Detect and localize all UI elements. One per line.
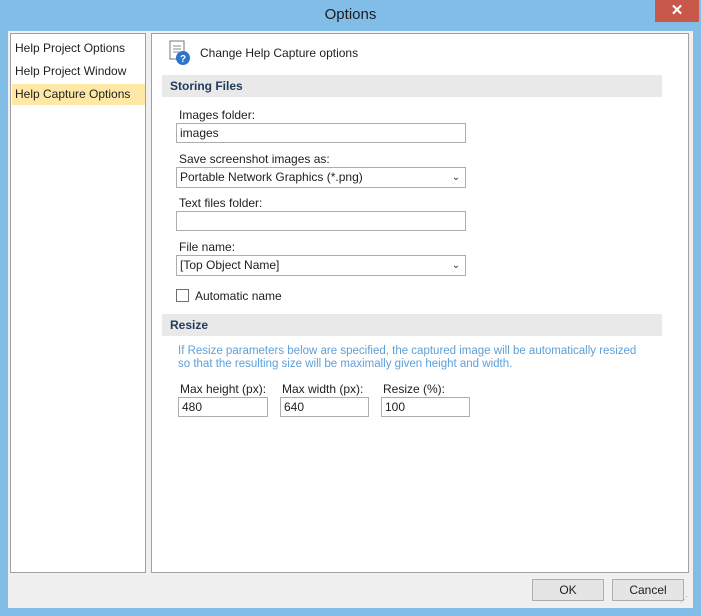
- dialog-body: Help Project Options Help Project Window…: [8, 31, 693, 608]
- nav-item-help-project-options[interactable]: Help Project Options: [12, 38, 145, 59]
- window-title: Options: [324, 6, 377, 23]
- file-name-value: [Top Object Name]: [180, 258, 280, 272]
- resize-note-line-1: If Resize parameters below are specified…: [178, 345, 637, 357]
- resize-note-line-2: so that the resulting size will be maxim…: [178, 358, 513, 370]
- options-window: Options ✕ Help Project Options Help Proj…: [0, 0, 701, 616]
- automatic-name-label: Automatic name: [195, 289, 282, 303]
- chevron-down-icon: ⌄: [451, 172, 461, 183]
- text-folder-label: Text files folder:: [179, 196, 263, 210]
- resize-percent-input[interactable]: 100: [381, 397, 470, 417]
- file-name-select[interactable]: [Top Object Name] ⌄: [176, 255, 466, 276]
- images-folder-input[interactable]: images: [176, 123, 466, 143]
- save-as-value: Portable Network Graphics (*.png): [180, 170, 363, 184]
- help-document-icon: ?: [169, 40, 190, 65]
- nav-item-help-capture-options[interactable]: Help Capture Options: [12, 84, 145, 105]
- max-height-input[interactable]: 480: [178, 397, 268, 417]
- file-name-label: File name:: [179, 240, 236, 254]
- save-as-select[interactable]: Portable Network Graphics (*.png) ⌄: [176, 167, 466, 188]
- cancel-button[interactable]: Cancel: [612, 579, 684, 601]
- section-resize: Resize: [162, 314, 662, 336]
- title-bar[interactable]: Options ✕: [0, 0, 701, 31]
- max-height-label: Max height (px):: [180, 382, 267, 396]
- resize-grip-icon[interactable]: ⋰: [680, 595, 690, 605]
- chevron-down-icon: ⌄: [451, 260, 461, 271]
- resize-note: If Resize parameters below are specified…: [178, 345, 638, 371]
- text-folder-input[interactable]: [176, 211, 466, 231]
- save-as-label: Save screenshot images as:: [179, 152, 330, 166]
- images-folder-label: Images folder:: [179, 108, 256, 122]
- max-width-label: Max width (px):: [282, 382, 364, 396]
- svg-text:?: ?: [180, 54, 186, 65]
- section-storing-files: Storing Files: [162, 75, 662, 97]
- close-button[interactable]: ✕: [655, 0, 699, 22]
- options-nav: Help Project Options Help Project Window…: [10, 33, 146, 573]
- automatic-name-checkbox[interactable]: [176, 289, 189, 302]
- options-panel: ? Change Help Capture options Storing Fi…: [151, 33, 689, 573]
- resize-percent-label: Resize (%):: [383, 382, 446, 396]
- nav-item-help-project-window[interactable]: Help Project Window: [12, 61, 145, 82]
- panel-header: Change Help Capture options: [200, 46, 359, 60]
- max-width-input[interactable]: 640: [280, 397, 369, 417]
- ok-button[interactable]: OK: [532, 579, 604, 601]
